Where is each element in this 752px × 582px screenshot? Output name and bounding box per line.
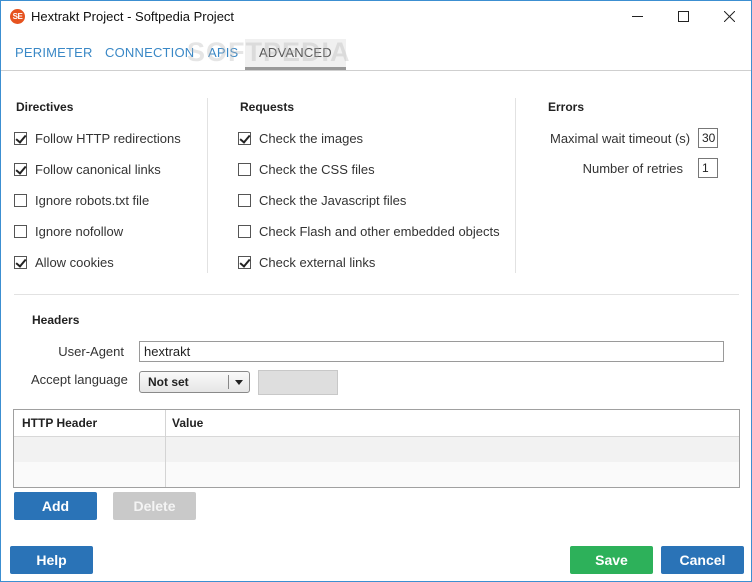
checkbox-box[interactable] [14,131,27,145]
checkbox-check-css[interactable]: Check the CSS files [238,160,375,178]
tab-bar: PERIMETER CONNECTION APIS ADVANCED [1,39,751,71]
minimize-button[interactable] [614,1,660,32]
cancel-button[interactable]: Cancel [661,546,744,574]
add-button[interactable]: Add [14,492,97,520]
accept-language-select[interactable]: Not set [139,371,250,393]
checkbox-ignore-nofollow[interactable]: Ignore nofollow [14,222,123,240]
accept-language-value: Not set [148,375,189,389]
divider [515,98,516,273]
table-row[interactable] [14,437,739,462]
user-agent-input[interactable]: hextrakt [139,341,724,362]
checkbox-follow-canonical-links[interactable]: Follow canonical links [14,160,161,178]
user-agent-label: User-Agent [58,344,124,359]
checkbox-label: Follow canonical links [35,161,161,177]
checkbox-label: Follow HTTP redirections [35,130,181,146]
retries-label: Number of retries [582,161,683,176]
checkbox-follow-http-redirections[interactable]: Follow HTTP redirections [14,129,181,147]
chevron-down-icon [235,380,243,385]
title-bar: SE Hextrakt Project - Softpedia Project [1,1,751,32]
table-header: HTTP Header Value [14,410,739,437]
max-wait-input[interactable]: 30 [698,128,718,148]
accept-language-label: Accept language [31,372,128,387]
checkbox-box[interactable] [14,224,27,238]
directives-title: Directives [16,100,74,114]
checkbox-label: Check external links [259,254,376,270]
checkbox-box[interactable] [14,193,27,207]
checkbox-ignore-robots[interactable]: Ignore robots.txt file [14,191,149,209]
delete-button[interactable]: Delete [113,492,196,520]
window-title: Hextrakt Project - Softpedia Project [31,9,235,24]
checkbox-box[interactable] [14,162,27,176]
checkbox-check-external-links[interactable]: Check external links [238,253,375,271]
checkbox-check-images[interactable]: Check the images [238,129,363,147]
checkbox-label: Check the CSS files [259,161,375,177]
divider [14,294,739,295]
requests-title: Requests [240,100,295,114]
help-button[interactable]: Help [10,546,93,574]
checkbox-box[interactable] [238,193,251,207]
headers-title: Headers [32,313,80,327]
tab-advanced[interactable]: ADVANCED [245,39,346,70]
checkbox-label: Check the Javascript files [259,192,407,208]
checkbox-label: Check the images [259,130,364,146]
maximize-button[interactable] [660,1,706,32]
close-icon [723,11,735,22]
checkbox-check-javascript[interactable]: Check the Javascript files [238,191,406,209]
checkbox-label: Ignore robots.txt file [35,192,150,208]
checkbox-allow-cookies[interactable]: Allow cookies [14,253,114,271]
checkbox-check-flash[interactable]: Check Flash and other embedded objects [238,222,500,240]
table-row[interactable] [14,462,739,487]
checkbox-box[interactable] [238,131,251,145]
save-button[interactable]: Save [570,546,653,574]
checkbox-label: Check Flash and other embedded objects [259,223,500,239]
column-divider [165,410,166,487]
minimize-icon [631,16,643,17]
retries-input[interactable]: 1 [698,158,718,178]
errors-title: Errors [548,100,585,114]
checkbox-label: Allow cookies [35,254,114,270]
tab-connection[interactable]: CONNECTION [105,39,194,70]
checkbox-box[interactable] [238,224,251,238]
max-wait-label: Maximal wait timeout (s) [550,131,691,146]
checkbox-box[interactable] [238,162,251,176]
column-header-value[interactable]: Value [172,416,203,430]
checkbox-label: Ignore nofollow [35,223,124,239]
divider [207,98,208,273]
tab-perimeter[interactable]: PERIMETER [15,39,93,70]
language-custom-field [258,370,338,395]
column-header-http-header[interactable]: HTTP Header [22,416,97,430]
checkbox-box[interactable] [238,255,251,269]
tab-apis[interactable]: APIS [208,39,238,70]
close-button[interactable] [706,1,752,32]
select-divider [228,375,229,389]
app-logo-icon: SE [10,9,25,24]
checkbox-box[interactable] [14,255,27,269]
http-header-table[interactable]: HTTP Header Value [13,409,740,488]
maximize-icon [677,11,689,22]
